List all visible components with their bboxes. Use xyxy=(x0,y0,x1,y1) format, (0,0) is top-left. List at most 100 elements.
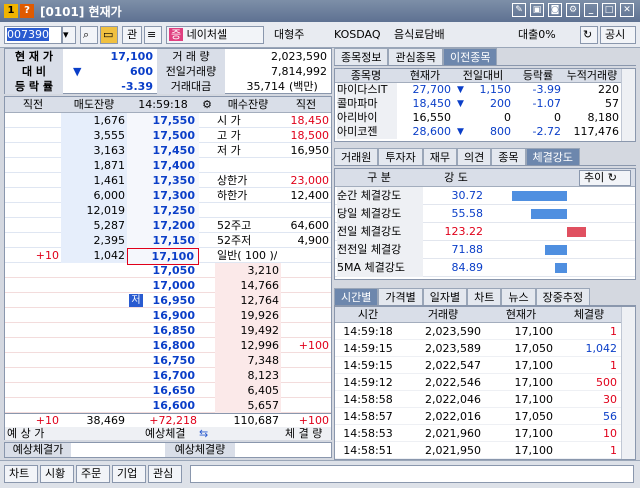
bid-price[interactable]: 16,700 xyxy=(143,368,199,383)
watch-row[interactable]: 아리바이 16,550 0 0 8,180 xyxy=(335,111,621,125)
ask-price[interactable]: 17,250 xyxy=(127,203,199,218)
stock-name-field[interactable]: 증 네이처셀 xyxy=(166,26,264,44)
code-dropdown-button[interactable]: ▾ xyxy=(62,26,76,44)
trend-button[interactable]: 추이 ↻ xyxy=(579,170,631,186)
ask-row[interactable]: 2,395 17,150 52주저 4,900 xyxy=(5,233,331,248)
bid-row[interactable]: 17,000 14,766 xyxy=(5,278,331,293)
ask-row[interactable]: 6,000 17,300 하한가 12,400 xyxy=(5,188,331,203)
tick-row[interactable]: 14:59:15 2,022,547 17,100 1 xyxy=(335,357,621,374)
bid-price[interactable]: 17,050 xyxy=(143,263,199,278)
ask-price[interactable]: 17,200 xyxy=(127,218,199,233)
ask-row[interactable]: 5,287 17,200 52주고 64,600 xyxy=(5,218,331,233)
ask-price[interactable]: 17,550 xyxy=(127,113,199,128)
tab-ticks-4[interactable]: 뉴스 xyxy=(501,288,536,305)
tick-row[interactable]: 14:59:15 2,023,589 17,050 1,042 xyxy=(335,340,621,357)
ask-row[interactable]: 1,461 17,350 상한가 23,000 xyxy=(5,173,331,188)
ask-price[interactable]: 17,400 xyxy=(127,158,199,173)
camera-icon[interactable]: ◙ xyxy=(548,3,562,17)
tab-watch-2[interactable]: 이전종목 xyxy=(442,48,498,65)
ask-row[interactable]: 1,871 17,400 xyxy=(5,158,331,173)
tab-strength-4[interactable]: 종목 xyxy=(491,148,526,165)
ask-price[interactable]: 17,300 xyxy=(127,188,199,203)
disclosure-button[interactable]: 공시 xyxy=(600,26,636,44)
tab-watch-0[interactable]: 종목정보 xyxy=(334,48,389,65)
ask-price[interactable]: 17,350 xyxy=(127,173,199,188)
bid-row[interactable]: 16,900 19,926 xyxy=(5,308,331,323)
tick-row[interactable]: 14:58:57 2,022,016 17,050 56 xyxy=(335,408,621,425)
tab-strength-2[interactable]: 재무 xyxy=(422,148,457,165)
restore-icon[interactable]: □ xyxy=(602,3,616,17)
bid-row[interactable]: 16,700 8,123 xyxy=(5,368,331,383)
watch-row[interactable]: 아미코젠 28,600 ▼ 800 -2.72 117,476 xyxy=(335,125,621,139)
search-button[interactable]: ⌕ xyxy=(80,26,98,44)
tab-ticks-1[interactable]: 가격별 xyxy=(378,288,423,305)
ask-row[interactable]: 1,676 17,550 시 가 18,450 xyxy=(5,113,331,128)
tab-ticks-3[interactable]: 차트 xyxy=(467,288,502,305)
history-button[interactable]: ≡ xyxy=(144,26,162,44)
help-badge[interactable]: ? xyxy=(20,4,34,18)
bid-price[interactable]: 16,600 xyxy=(143,398,199,413)
tick-row[interactable]: 14:58:51 2,021,950 17,100 1 xyxy=(335,442,621,459)
stock-code-input[interactable]: 007390 xyxy=(4,26,62,44)
bid-row[interactable]: 16,650 6,405 xyxy=(5,383,331,398)
watch-row[interactable]: 마이다스IT 27,700 ▼ 1,150 -3.99 220 xyxy=(335,83,621,97)
refresh-button[interactable]: ↻ xyxy=(580,26,598,44)
settings-icon[interactable]: ⚙ xyxy=(199,97,215,113)
tick-row[interactable]: 14:59:18 2,023,590 17,100 1 xyxy=(335,323,621,340)
memo-icon[interactable]: ✎ xyxy=(512,3,526,17)
watch-name: 마이다스IT xyxy=(337,83,397,97)
bid-price[interactable]: 16,850 xyxy=(143,323,199,338)
ask-qty: 3,555 xyxy=(93,129,126,142)
gear-icon[interactable]: ⚙ xyxy=(566,3,580,17)
bid-price[interactable]: 16,800 xyxy=(143,338,199,353)
bid-row[interactable]: 16,750 7,348 xyxy=(5,353,331,368)
bid-row[interactable]: 저 16,950 12,764 xyxy=(5,293,331,308)
ask-row[interactable]: 3,555 17,500 고 가 18,500 xyxy=(5,128,331,143)
info-value: 18,450 xyxy=(290,114,330,127)
tick-row[interactable]: 14:58:58 2,022,046 17,100 30 xyxy=(335,391,621,408)
bid-price[interactable]: 16,750 xyxy=(143,353,199,368)
tab-ticks-0[interactable]: 시간별 xyxy=(334,288,379,305)
watch-button[interactable]: 관 xyxy=(122,26,142,44)
tab-ticks-2[interactable]: 일자별 xyxy=(422,288,468,305)
tick-time: 14:59:12 xyxy=(343,376,393,389)
tick-qty: 500 xyxy=(596,376,617,389)
bid-row[interactable]: 17,050 3,210 xyxy=(5,263,331,278)
bid-price[interactable]: 16,900 xyxy=(143,308,199,323)
bid-price[interactable]: 16,650 xyxy=(143,383,199,398)
folder-button[interactable]: ▭ xyxy=(100,26,118,44)
close-icon[interactable]: ✕ xyxy=(620,3,634,17)
ask-price[interactable]: 17,450 xyxy=(127,143,199,158)
bid-row[interactable]: 16,600 5,657 xyxy=(5,398,331,413)
tick-scrollbar[interactable] xyxy=(621,307,635,459)
minimize-icon[interactable]: _ xyxy=(584,3,598,17)
bottom-button-3[interactable]: 기업 xyxy=(112,465,146,483)
bottom-button-2[interactable]: 주문 xyxy=(76,465,110,483)
ask-row[interactable]: 12,019 17,250 xyxy=(5,203,331,218)
tick-row[interactable]: 14:59:12 2,022,546 17,100 500 xyxy=(335,374,621,391)
tick-row[interactable]: 14:58:53 2,021,960 17,100 10 xyxy=(335,425,621,442)
bid-price[interactable]: 17,000 xyxy=(143,278,199,293)
bid-row[interactable]: 16,800 12,996 +100 xyxy=(5,338,331,353)
bottom-button-4[interactable]: 관심 xyxy=(148,465,182,483)
window-title: [0101] 현재가 xyxy=(40,4,122,19)
bid-price[interactable]: 16,950 xyxy=(143,293,199,308)
ask-price[interactable]: 17,500 xyxy=(127,128,199,143)
tab-ticks-5[interactable]: 장중추정 xyxy=(535,288,591,305)
bottom-button-0[interactable]: 차트 xyxy=(4,465,38,483)
tab-strength-5[interactable]: 체결강도 xyxy=(525,148,580,165)
watch-rate: -3.99 xyxy=(532,83,561,96)
ask-price[interactable]: 17,150 xyxy=(127,233,199,248)
bid-row[interactable]: 16,850 19,492 xyxy=(5,323,331,338)
tab-watch-1[interactable]: 관심종목 xyxy=(388,48,443,65)
tab-strength-1[interactable]: 투자자 xyxy=(378,148,423,165)
tab-strength-0[interactable]: 거래원 xyxy=(334,148,379,165)
watch-row[interactable]: 콜마파마 18,450 ▼ 200 -1.07 57 xyxy=(335,97,621,111)
tab-strength-3[interactable]: 의견 xyxy=(457,148,492,165)
clipboard-icon[interactable]: ▣ xyxy=(530,3,544,17)
watch-scrollbar[interactable] xyxy=(621,69,635,141)
bottom-button-1[interactable]: 시황 xyxy=(40,465,74,483)
ask-row[interactable]: 3,163 17,450 저 가 16,950 xyxy=(5,143,331,158)
ask-row[interactable]: 1,04217,100일반( 100 )/신용불가+10 xyxy=(5,248,331,265)
swap-icon[interactable]: ⇆ xyxy=(199,427,213,440)
